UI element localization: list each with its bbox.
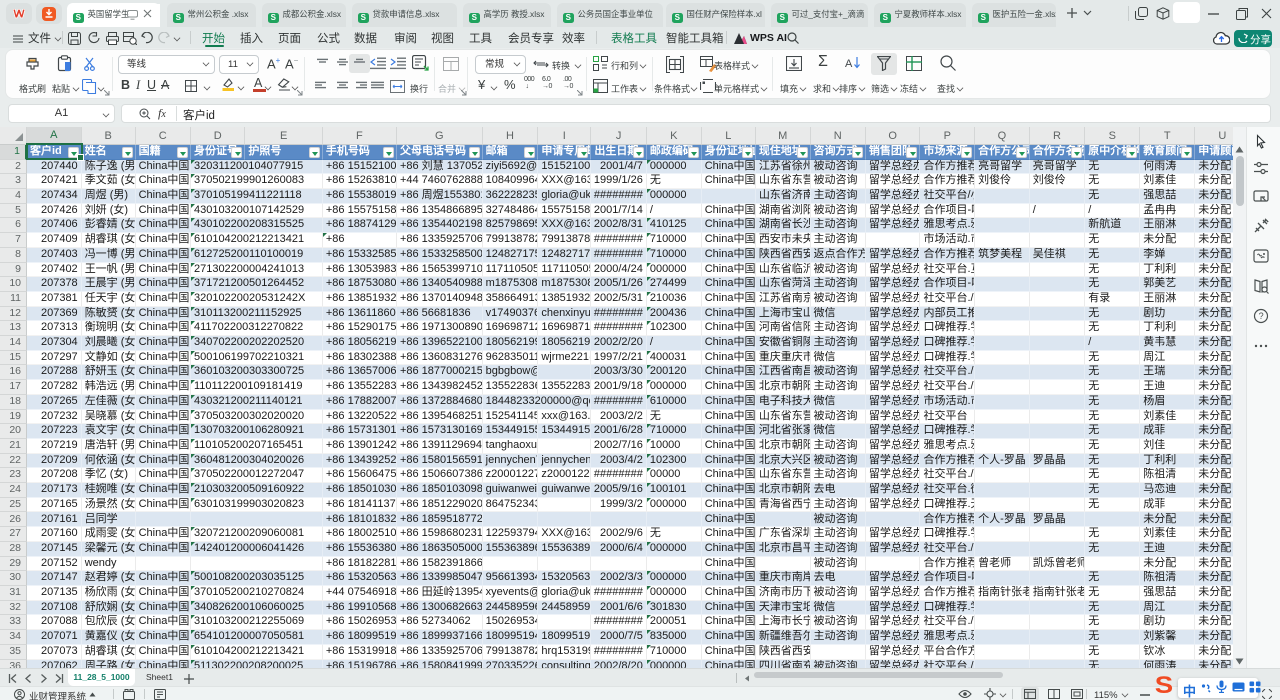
svg-text:?: ? [1259, 311, 1264, 321]
svg-text:A: A [845, 58, 853, 70]
